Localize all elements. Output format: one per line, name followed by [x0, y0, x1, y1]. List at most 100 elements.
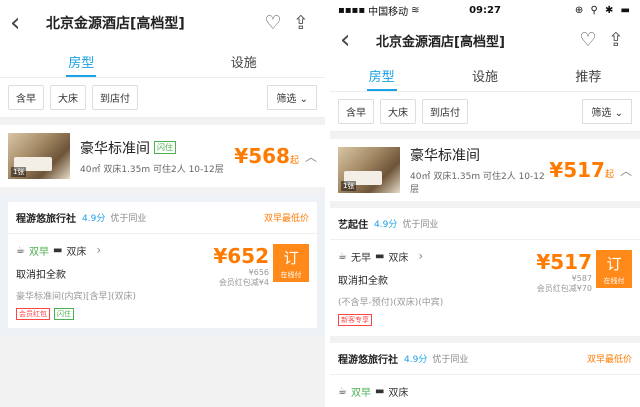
filter-bigbed[interactable]: 大床 [380, 99, 416, 124]
room-price: ¥568起 [234, 144, 299, 168]
bed-label: 双床 [388, 387, 409, 399]
heart-icon[interactable]: ♡ [259, 12, 287, 34]
room-photo[interactable]: 1张 [338, 147, 400, 193]
package-detail: 豪华标准间(内宾)[含早](双床) [16, 292, 137, 302]
agent-compare: 优于同业 [110, 214, 147, 224]
room-desc: 40㎡ 双床1.35m 可住2人 10-12层 [80, 164, 224, 175]
filter-breakfast[interactable]: 含早 [8, 85, 44, 110]
book-label: 订 [606, 255, 622, 273]
book-button[interactable]: 订在线付 [273, 244, 309, 282]
tab-bar: 房型 设施 推荐 [330, 60, 640, 92]
package-price: ¥517 [536, 250, 592, 274]
photo-count: 1张 [11, 167, 27, 177]
book-button[interactable]: 订在线付 [596, 250, 632, 288]
lowest-price-badge: 双早最低价 [586, 355, 632, 365]
price-suffix: 起 [289, 156, 299, 166]
filter-sort-button[interactable]: 筛选 ⌄ [267, 85, 317, 110]
carrier-name: 中国移动 [368, 6, 409, 18]
share-icon[interactable]: ⇪ [287, 12, 315, 34]
promo-newuser: 新客专享 [338, 314, 372, 326]
room-price: ¥517起 [549, 158, 614, 182]
agent-score: 4.9分 [404, 355, 428, 365]
chevron-down-icon: ⌄ [299, 94, 308, 105]
flash-tag: 闪住 [154, 141, 176, 154]
tab-rooms[interactable]: 房型 [330, 60, 433, 91]
tab-rooms[interactable]: 房型 [0, 46, 163, 77]
hotel-title: 北京金源酒店[高档型] [376, 34, 505, 50]
right-screen: ▪▪▪▪ 中国移动 ≋ 09:27 ⊕ ⚲ ✱ ▬ ‹ 北京金源酒店[高档型] ♡ … [330, 0, 640, 407]
collapse-icon[interactable]: ︿ [620, 162, 632, 179]
nav-bar: ‹ 北京金源酒店[高档型] ♡ ⇪ [0, 0, 325, 46]
agent-compare: 优于同业 [432, 355, 469, 365]
tab-facilities[interactable]: 设施 [433, 60, 536, 91]
bed-icon: ▬ [374, 250, 385, 262]
left-screen: ‹ 北京金源酒店[高档型] ♡ ⇪ 房型 设施 含早 大床 到店付 筛选 ⌄ 1… [0, 0, 325, 407]
room-price-value: ¥568 [234, 144, 290, 168]
package-card: 程游悠旅行社 4.9分 优于同业 双早最低价 ☕ 双早 ▬ 双床 › 取消扣全款… [8, 202, 317, 328]
hotel-title: 北京金源酒店[高档型] [46, 16, 185, 32]
package-card: 程游悠旅行社 4.9分 优于同业 双早最低价 ☕ 双早 ▬ 双床 [330, 343, 640, 407]
no-breakfast-icon: ☕ [338, 250, 347, 262]
agent-score: 4.9分 [374, 220, 398, 230]
bed-label: 双床 [66, 246, 87, 258]
sort-label: 筛选 [591, 108, 612, 119]
room-name: 豪华标准间 [410, 148, 480, 164]
sort-label: 筛选 [276, 94, 297, 105]
chevron-right-icon[interactable]: › [418, 249, 423, 263]
lowest-price-badge: 双早最低价 [263, 214, 309, 224]
wifi-icon: ≋ [411, 4, 420, 16]
filter-payathotel[interactable]: 到店付 [422, 99, 468, 124]
filter-breakfast[interactable]: 含早 [338, 99, 374, 124]
promo-member: 会员红包 [16, 308, 50, 320]
room-photo[interactable]: 1张 [8, 133, 70, 179]
signal-icon: ▪▪▪▪ [338, 4, 366, 16]
meal-label: 无早 [350, 252, 371, 264]
room-price-value: ¥517 [549, 158, 605, 182]
original-price: ¥587 [571, 274, 592, 283]
chevron-right-icon[interactable]: › [96, 243, 101, 257]
agent-score: 4.9分 [82, 214, 106, 224]
book-sub: 在线付 [603, 277, 625, 285]
clock: 09:27 [469, 4, 501, 16]
share-icon[interactable]: ⇪ [602, 29, 630, 51]
meal-label: 双早 [350, 387, 371, 399]
agent-name[interactable]: 程游悠旅行社 [338, 351, 398, 366]
promo-flash: 闪住 [54, 308, 74, 320]
room-desc: 40㎡ 双床1.35m 可住2人 10-12层 [410, 172, 545, 195]
tab-bar: 房型 设施 [0, 46, 325, 78]
meal-label: 双早 [28, 246, 49, 258]
breakfast-icon: ☕ [16, 244, 25, 256]
member-discount: 会员红包减¥70 [536, 284, 592, 293]
tab-facilities[interactable]: 设施 [163, 46, 326, 77]
photo-count: 1张 [341, 181, 357, 191]
status-bar: ▪▪▪▪ 中国移动 ≋ 09:27 ⊕ ⚲ ✱ ▬ [330, 0, 640, 20]
back-icon[interactable]: ‹ [10, 10, 36, 36]
book-label: 订 [283, 249, 299, 267]
room-name: 豪华标准间 [80, 140, 150, 157]
filter-sort-button[interactable]: 筛选 ⌄ [582, 99, 632, 124]
filter-payathotel[interactable]: 到店付 [92, 85, 138, 110]
agent-name[interactable]: 程游悠旅行社 [16, 210, 76, 225]
package-detail: (不含早-预付)(双床)(中宾) [338, 298, 444, 308]
chevron-down-icon: ⌄ [614, 108, 623, 119]
breakfast-icon: ☕ [338, 385, 347, 397]
heart-icon[interactable]: ♡ [574, 29, 602, 51]
tab-recommend[interactable]: 推荐 [537, 60, 640, 91]
price-suffix: 起 [604, 170, 614, 180]
nav-bar: ‹ 北京金源酒店[高档型] ♡ ⇪ [330, 20, 640, 60]
agent-name[interactable]: 艺起住 [338, 216, 368, 231]
filter-bar: 含早 大床 到店付 筛选 ⌄ [0, 78, 325, 118]
original-price: ¥656 [248, 268, 269, 277]
package-price: ¥652 [213, 244, 269, 268]
bed-label: 双床 [388, 252, 409, 264]
back-icon[interactable]: ‹ [340, 27, 366, 53]
filter-bar: 含早 大床 到店付 筛选 ⌄ [330, 92, 640, 132]
room-card[interactable]: 1张 豪华标准间 40㎡ 双床1.35m 可住2人 10-12层 ¥517起 ︿ [330, 139, 640, 201]
agent-compare: 优于同业 [402, 220, 439, 230]
member-discount: 会员红包减¥4 [218, 278, 269, 287]
bed-icon: ▬ [374, 385, 385, 397]
bed-icon: ▬ [52, 244, 63, 256]
room-card[interactable]: 1张 豪华标准间 闪住 40㎡ 双床1.35m 可住2人 10-12层 ¥568起… [0, 125, 325, 187]
collapse-icon[interactable]: ︿ [305, 148, 317, 165]
filter-bigbed[interactable]: 大床 [50, 85, 86, 110]
